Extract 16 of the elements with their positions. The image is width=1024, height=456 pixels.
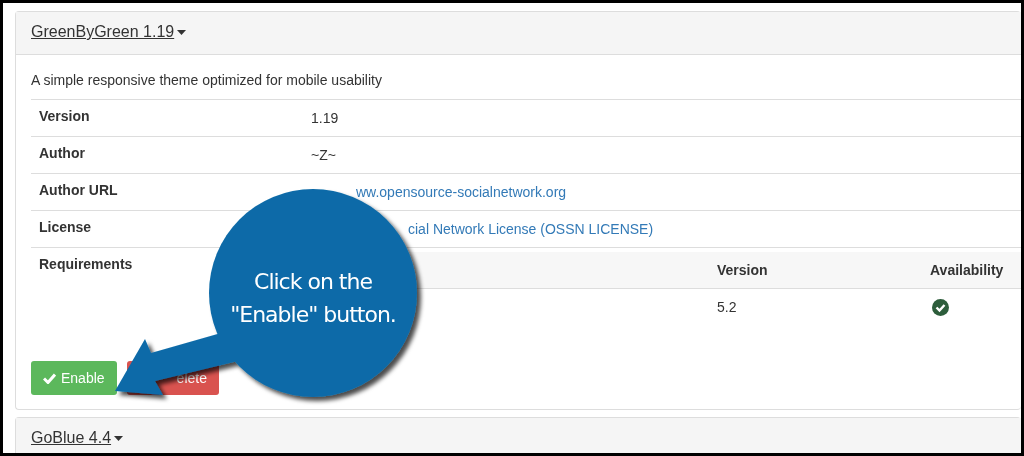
detail-link[interactable]: cial Network License (OSSN LICENSE)	[408, 221, 654, 237]
theme-description: A simple responsive theme optimized for mobile usability	[31, 71, 383, 90]
column-header: Version	[709, 252, 922, 289]
caret-icon	[177, 30, 187, 36]
detail-value: 1.19	[303, 99, 1021, 137]
theme-title-link[interactable]: GoBlue 4.4	[31, 429, 112, 446]
enable-button[interactable]: Enable	[31, 361, 117, 395]
theme-title-link[interactable]: GreenByGreen 1.19	[31, 23, 175, 40]
column-header: Availability	[922, 252, 1021, 289]
detail-value: ~Z~	[303, 136, 1021, 174]
check-icon	[43, 372, 56, 384]
detail-label: Version	[31, 99, 303, 137]
caret-icon	[114, 436, 124, 442]
detail-label: Author	[31, 136, 303, 174]
table-cell: 5.2	[709, 288, 922, 325]
detail-link[interactable]: ww.opensource-socialnetwork.org	[356, 184, 567, 200]
